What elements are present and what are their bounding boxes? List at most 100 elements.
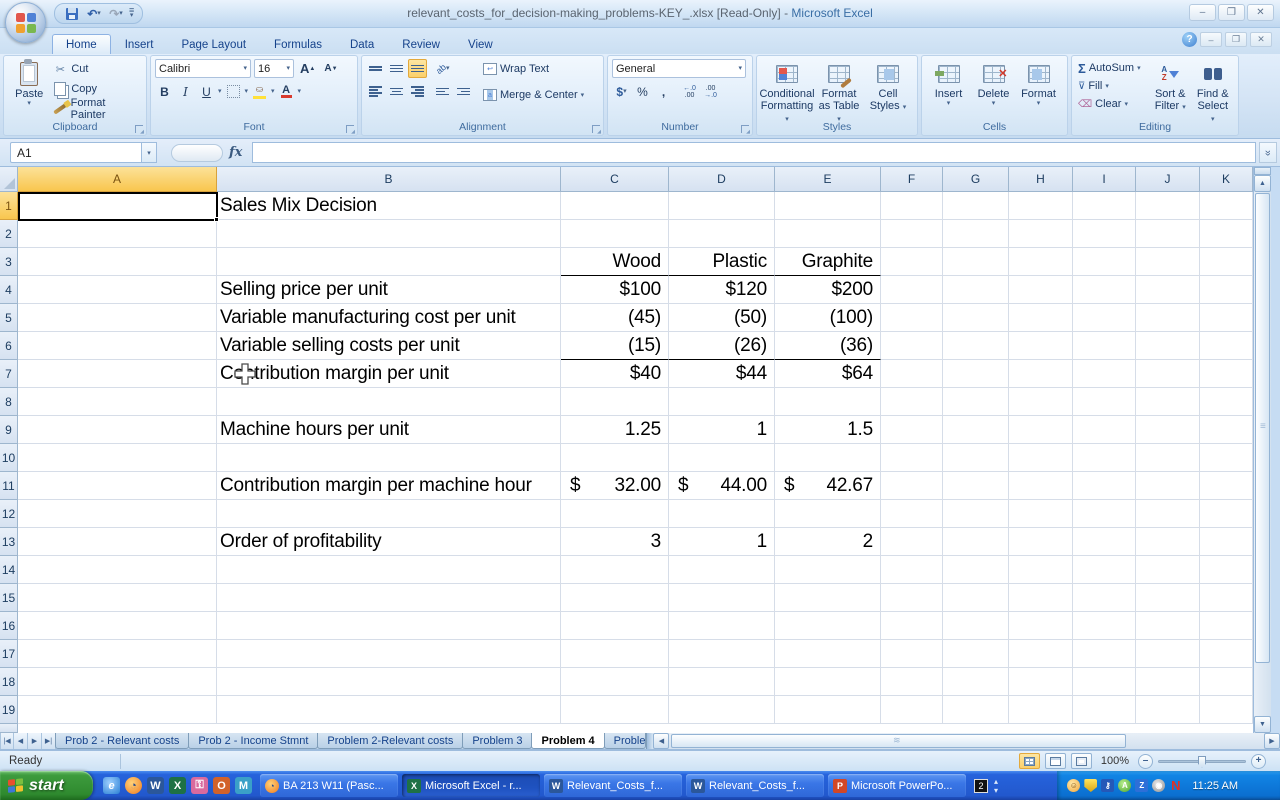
cell-F16[interactable]	[881, 612, 943, 640]
cell-E8[interactable]	[775, 388, 881, 416]
cell-I2[interactable]	[1073, 220, 1136, 248]
cell-E11[interactable]: $42.67	[775, 472, 881, 500]
row-header-8[interactable]: 8	[0, 388, 18, 416]
fill-handle[interactable]	[214, 217, 219, 222]
cell-G17[interactable]	[943, 640, 1009, 668]
cell-H7[interactable]	[1009, 360, 1073, 388]
cell-K13[interactable]	[1200, 528, 1253, 556]
excel-icon[interactable]: X	[169, 777, 186, 794]
cell-B18[interactable]	[217, 668, 561, 696]
cell-H1[interactable]	[1009, 192, 1073, 220]
cell-D9[interactable]: 1	[669, 416, 775, 444]
outlook-icon[interactable]: O	[213, 777, 230, 794]
prev-sheet-icon[interactable]: ◀	[14, 733, 28, 749]
sheet-tab-prob2-income-stmnt[interactable]: Prob 2 - Income Stmnt	[188, 733, 318, 749]
name-box[interactable]: A1	[10, 142, 142, 163]
cell-H17[interactable]	[1009, 640, 1073, 668]
expand-formula-bar-icon[interactable]: «	[1259, 142, 1277, 163]
cell-F5[interactable]	[881, 304, 943, 332]
cell-F6[interactable]	[881, 332, 943, 360]
clear-button[interactable]: ⌫Clear▾	[1076, 95, 1149, 113]
cell-G7[interactable]	[943, 360, 1009, 388]
merge-center-button[interactable]: aMerge & Center▾	[481, 85, 586, 105]
cell-B12[interactable]	[217, 500, 561, 528]
notification-icon[interactable]: 2	[974, 779, 988, 793]
cell-H3[interactable]	[1009, 248, 1073, 276]
cell-K10[interactable]	[1200, 444, 1253, 472]
cell-K18[interactable]	[1200, 668, 1253, 696]
cell-G10[interactable]	[943, 444, 1009, 472]
column-header-B[interactable]: B	[217, 167, 561, 192]
cell-C4[interactable]: $100	[561, 276, 669, 304]
delete-cells-button[interactable]: ✕ Delete▾	[971, 59, 1016, 109]
column-header-G[interactable]: G	[943, 167, 1009, 192]
bottom-align-button[interactable]	[408, 59, 427, 78]
taskbar-button-firefox[interactable]: ◔BA 213 W11 (Pasc...	[260, 774, 398, 797]
vertical-scroll-thumb[interactable]	[1255, 193, 1270, 663]
cell-H11[interactable]	[1009, 472, 1073, 500]
cell-G12[interactable]	[943, 500, 1009, 528]
cell-H18[interactable]	[1009, 668, 1073, 696]
hide-icons-chevron-icon[interactable]: ▴▾	[994, 777, 998, 795]
zoom-slider-thumb[interactable]	[1198, 756, 1206, 768]
cell-D19[interactable]	[669, 696, 775, 724]
align-right-button[interactable]	[408, 82, 427, 101]
cell-E17[interactable]	[775, 640, 881, 668]
cell-D14[interactable]	[669, 556, 775, 584]
cell-H14[interactable]	[1009, 556, 1073, 584]
column-header-A[interactable]: A	[18, 167, 217, 192]
cell-J6[interactable]	[1136, 332, 1200, 360]
scroll-up-icon[interactable]: ▲	[1254, 175, 1271, 192]
cell-C8[interactable]	[561, 388, 669, 416]
cell-D8[interactable]	[669, 388, 775, 416]
cell-C9[interactable]: 1.25	[561, 416, 669, 444]
cell-I8[interactable]	[1073, 388, 1136, 416]
taskbar-button-powerpoint[interactable]: PMicrosoft PowerPo...	[828, 774, 966, 797]
cell-J16[interactable]	[1136, 612, 1200, 640]
cell-D15[interactable]	[669, 584, 775, 612]
workbook-minimize-button[interactable]: –	[1200, 32, 1222, 47]
firefox-icon[interactable]: ◔	[125, 777, 142, 794]
cell-J9[interactable]	[1136, 416, 1200, 444]
cell-I13[interactable]	[1073, 528, 1136, 556]
cell-K12[interactable]	[1200, 500, 1253, 528]
cell-B14[interactable]	[217, 556, 561, 584]
cell-B17[interactable]	[217, 640, 561, 668]
row-header-11[interactable]: 11	[0, 472, 18, 500]
cell-A15[interactable]	[18, 584, 217, 612]
cell-H9[interactable]	[1009, 416, 1073, 444]
cell-A16[interactable]	[18, 612, 217, 640]
number-dialog-launcher-icon[interactable]	[741, 125, 749, 133]
cell-K5[interactable]	[1200, 304, 1253, 332]
cell-C19[interactable]	[561, 696, 669, 724]
cell-B16[interactable]	[217, 612, 561, 640]
cell-E18[interactable]	[775, 668, 881, 696]
cell-G11[interactable]	[943, 472, 1009, 500]
cell-A4[interactable]	[18, 276, 217, 304]
cell-D18[interactable]	[669, 668, 775, 696]
cell-C2[interactable]	[561, 220, 669, 248]
row-header-18[interactable]: 18	[0, 668, 18, 696]
minimize-button[interactable]: –	[1189, 4, 1216, 21]
tray-key-icon[interactable]: ⚷	[1101, 779, 1114, 792]
cell-C3[interactable]: Wood	[561, 248, 669, 276]
insert-cells-button[interactable]: Insert▾	[926, 59, 971, 109]
cell-B10[interactable]	[217, 444, 561, 472]
cell-I16[interactable]	[1073, 612, 1136, 640]
cell-H2[interactable]	[1009, 220, 1073, 248]
cell-B13[interactable]: Order of profitability	[217, 528, 561, 556]
cell-E1[interactable]	[775, 192, 881, 220]
cell-D13[interactable]: 1	[669, 528, 775, 556]
taskbar-button-word-1[interactable]: WRelevant_Costs_f...	[544, 774, 682, 797]
cell-F14[interactable]	[881, 556, 943, 584]
cell-J15[interactable]	[1136, 584, 1200, 612]
grow-font-button[interactable]: A▲	[297, 59, 318, 78]
cell-K11[interactable]	[1200, 472, 1253, 500]
cell-D4[interactable]: $120	[669, 276, 775, 304]
workbook-close-button[interactable]: ✕	[1250, 32, 1272, 47]
zoom-in-icon[interactable]: +	[1251, 754, 1266, 769]
row-header-10[interactable]: 10	[0, 444, 18, 472]
word-icon[interactable]: W	[147, 777, 164, 794]
cell-I14[interactable]	[1073, 556, 1136, 584]
restore-button[interactable]: ❐	[1218, 4, 1245, 21]
